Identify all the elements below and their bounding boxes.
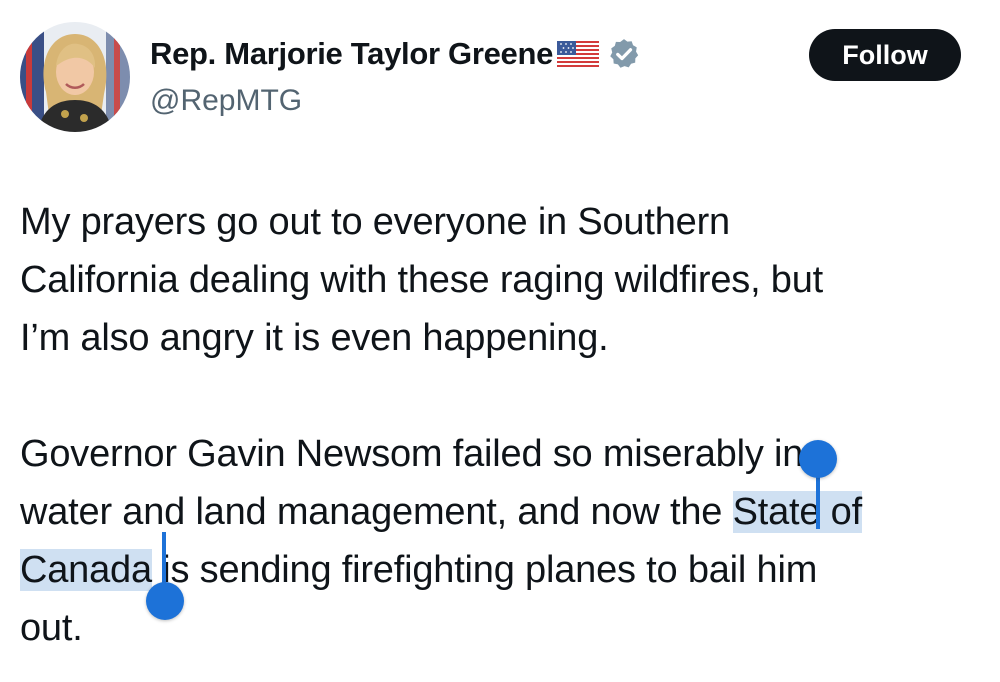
tweet-line: California dealing with these raging wil… bbox=[20, 259, 824, 301]
tweet-line: I’m also angry it is even happening. bbox=[20, 317, 609, 359]
tweet-line: My prayers go out to everyone in Souther… bbox=[20, 201, 730, 243]
author-handle[interactable]: @RepMTG bbox=[150, 84, 302, 118]
follow-button[interactable]: Follow bbox=[809, 29, 961, 81]
tweet-line: Governor Gavin Newsom failed so miserabl… bbox=[20, 433, 804, 475]
avatar[interactable] bbox=[20, 22, 130, 132]
tweet-text-segment: water and land management, and now the bbox=[20, 491, 733, 533]
author-display-name[interactable]: Rep. Marjorie Taylor Greene bbox=[150, 36, 553, 72]
avatar-portrait bbox=[20, 22, 130, 132]
selection-start-handle[interactable] bbox=[799, 440, 837, 478]
selection-end-handle[interactable] bbox=[146, 582, 184, 620]
selected-text[interactable]: State of bbox=[732, 491, 862, 533]
tweet-text-segment: is sending firefighting planes to bail h… bbox=[151, 549, 818, 591]
selected-text[interactable]: Canada bbox=[20, 549, 152, 591]
author-name-row[interactable]: Rep. Marjorie Taylor Greene bbox=[150, 32, 641, 76]
us-flag-icon bbox=[557, 41, 600, 67]
verified-badge-icon bbox=[607, 37, 641, 71]
